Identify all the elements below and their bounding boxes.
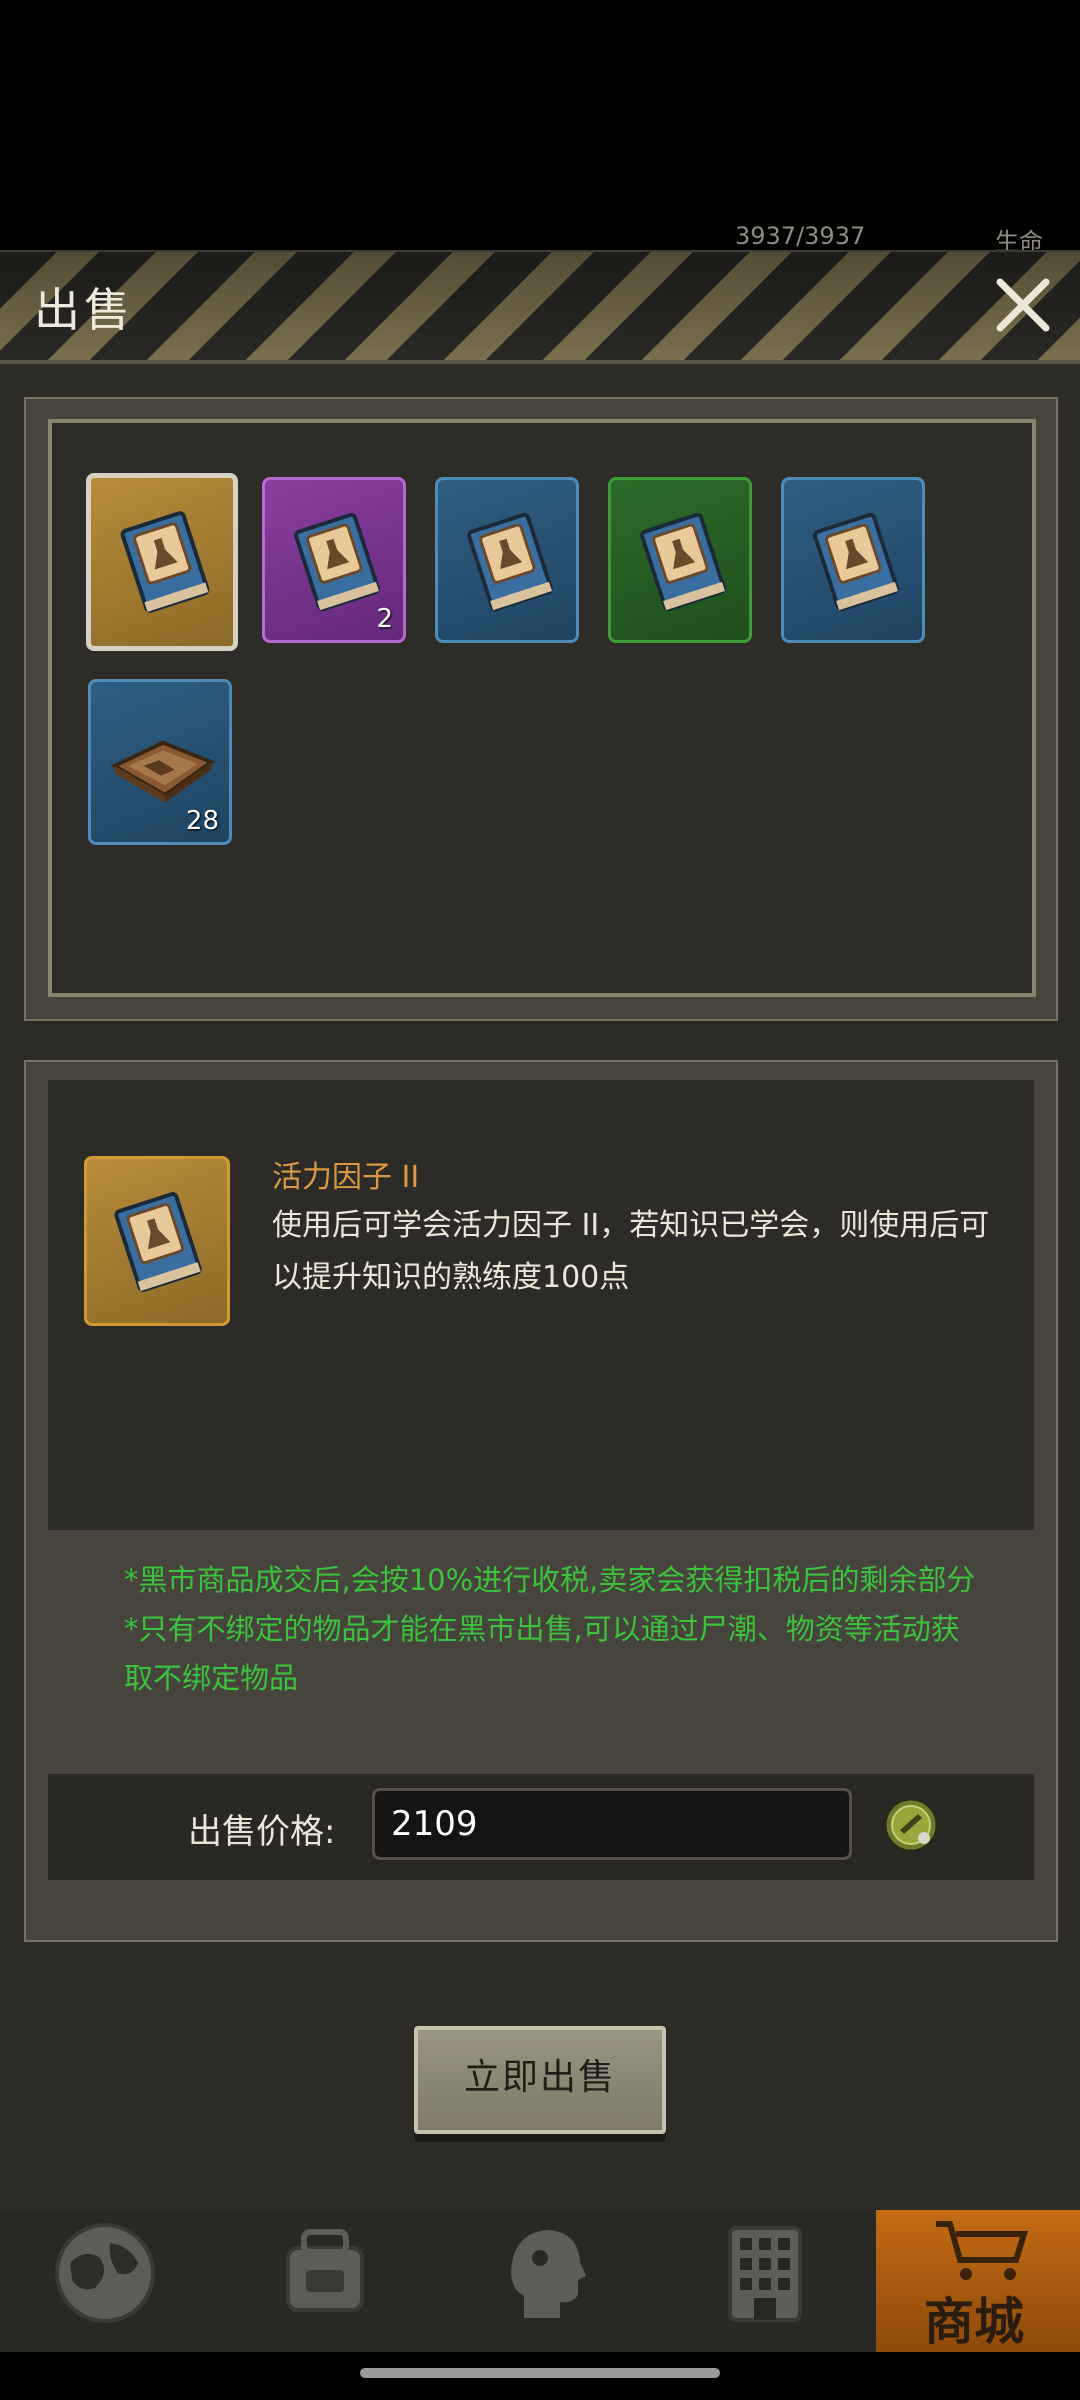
sell-now-button[interactable]: 立即出售 [414, 2026, 666, 2134]
inventory-slot[interactable]: 2 [262, 477, 406, 643]
item-detail-panel: 活力因子 II 使用后可学会活力因子 II，若知识已学会，则使用后可以提升知识的… [24, 1060, 1058, 1942]
sell-dialog: 出售 2 28 活力因子 II 使用后可学会活力因子 II，若知识已学会，则使用… [0, 250, 1080, 2212]
inventory-slot[interactable] [608, 477, 752, 643]
recipe-book-icon [467, 512, 553, 612]
inventory-slot[interactable] [86, 473, 238, 651]
bottom-nav: 商城 [0, 2210, 1080, 2352]
inventory-slot[interactable] [781, 477, 925, 643]
inventory-panel: 2 28 [24, 397, 1058, 1021]
home-indicator[interactable] [360, 2368, 720, 2378]
dialog-titlebar: 出售 [0, 252, 1080, 364]
tax-note: *黑市商品成交后,会按10%进行收税,卖家会获得扣税后的剩余部分 [124, 1563, 976, 1597]
shop-label: 商城 [924, 2293, 1024, 2351]
recipe-book-icon [640, 512, 726, 612]
price-label: 出售价格: [188, 1812, 336, 1852]
item-count: 2 [376, 604, 393, 634]
recipe-book-icon [813, 512, 899, 612]
item-count: 28 [185, 806, 219, 836]
selected-item-icon [84, 1156, 230, 1326]
dialog-title: 出售 [34, 283, 134, 337]
bind-note: *只有不绑定的物品才能在黑市出售,可以通过尸潮、物资等活动获取不绑定物品 [124, 1612, 960, 1695]
item-detail-card: 活力因子 II 使用后可学会活力因子 II，若知识已学会，则使用后可以提升知识的… [48, 1080, 1034, 1530]
recipe-book-icon [114, 1192, 202, 1292]
price-row: 出售价格: [48, 1774, 1034, 1880]
inventory-grid[interactable]: 2 28 [48, 419, 1036, 997]
price-input[interactable] [372, 1788, 852, 1860]
inventory-slot[interactable] [435, 477, 579, 643]
hp-value: 3937/3937 [735, 222, 866, 250]
nav-building[interactable] [660, 2210, 860, 2352]
status-area: 3937/3937 生命 [0, 0, 1080, 256]
recipe-book-icon [120, 511, 210, 613]
item-name: 活力因子 II [272, 1160, 420, 1195]
nav-character[interactable] [440, 2210, 640, 2352]
inventory-slot[interactable]: 28 [88, 679, 232, 845]
close-icon[interactable] [990, 272, 1056, 338]
hp-readout: 3937/3937 生命 [735, 222, 1043, 256]
bottle-cap-coin-icon [883, 1797, 939, 1853]
backpack-icon [286, 2229, 364, 2312]
building-icon [728, 2226, 802, 2322]
market-notes: *黑市商品成交后,会按10%进行收税,卖家会获得扣税后的剩余部分 *只有不绑定的… [124, 1556, 984, 1703]
shopping-cart-icon [936, 2221, 1029, 2280]
item-description: 使用后可学会活力因子 II，若知识已学会，则使用后可以提升知识的熟练度100点 [272, 1208, 990, 1295]
head-icon [511, 2230, 586, 2318]
globe-icon [55, 2223, 155, 2323]
nav-world[interactable] [0, 2210, 200, 2352]
recipe-book-icon [294, 512, 380, 612]
nav-shop[interactable]: 商城 [876, 2210, 1080, 2352]
nav-backpack[interactable] [220, 2210, 420, 2352]
map-blueprint-icon [110, 740, 216, 803]
